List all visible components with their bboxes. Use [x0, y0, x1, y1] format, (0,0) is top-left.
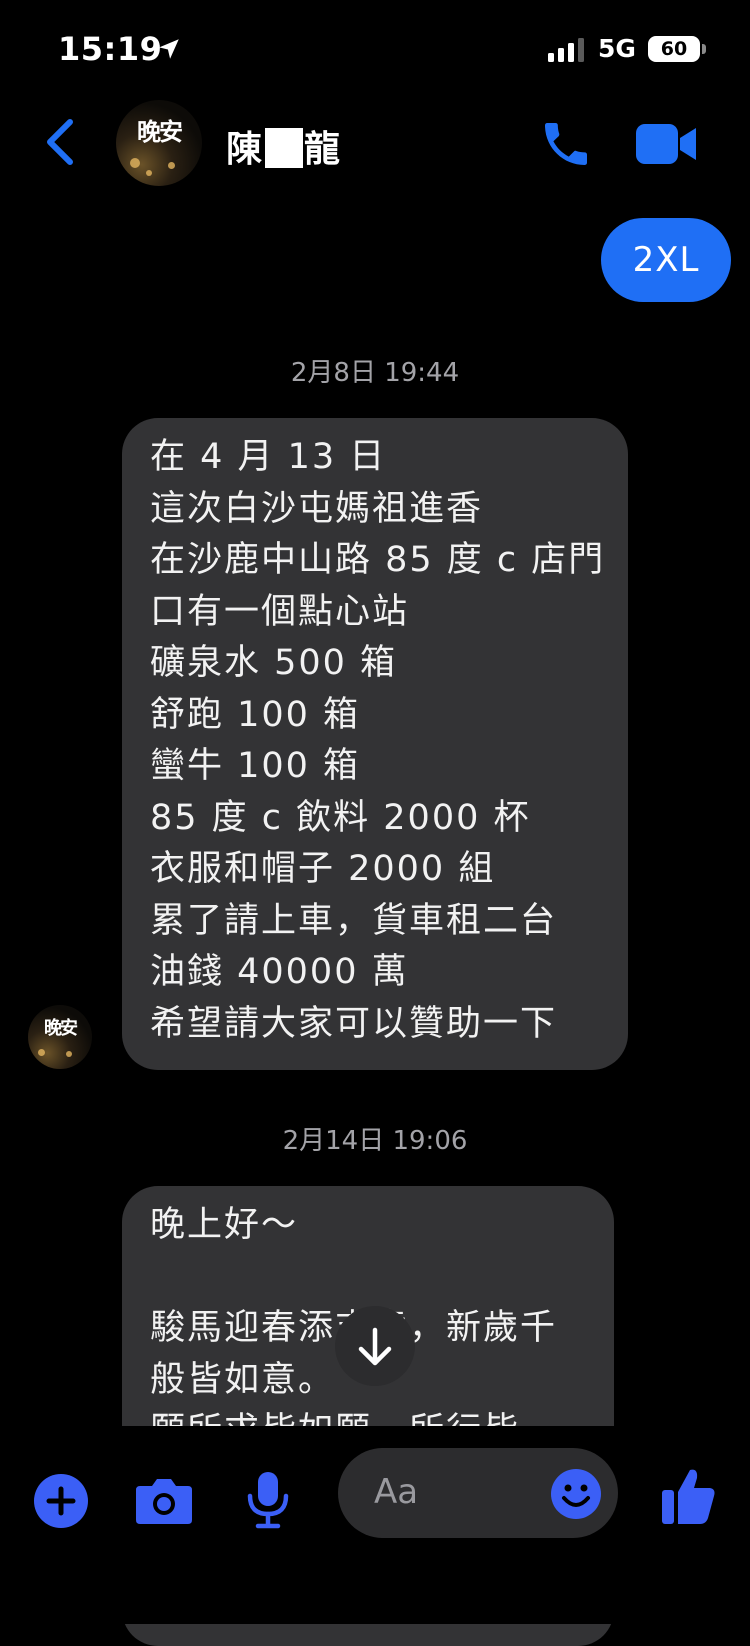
- sent-message-bubble[interactable]: 2XL: [601, 218, 731, 302]
- message-line: 礦泉水 500 箱: [150, 643, 398, 683]
- microphone-icon[interactable]: [244, 1470, 292, 1530]
- contact-name-last: 龍: [304, 129, 343, 170]
- cellular-signal-icon: [548, 38, 584, 62]
- status-bar: 15:19 5G 60: [0, 0, 750, 100]
- message-input[interactable]: Aa: [338, 1448, 618, 1538]
- message-line: 在 4 月 13 日: [150, 437, 387, 477]
- plus-icon: [46, 1486, 76, 1516]
- video-camera-icon[interactable]: [636, 122, 698, 166]
- message-line: 衣服和帽子 2000 組: [150, 849, 496, 889]
- message-line: 口有一個點心站: [150, 591, 410, 632]
- message-timestamp: 2月8日 19:44: [290, 358, 460, 388]
- thumbs-up-icon[interactable]: [660, 1466, 716, 1526]
- battery-indicator: 60: [648, 36, 700, 62]
- avatar-text: 晚安: [44, 1018, 78, 1039]
- message-line: 85 度 c 飲料 2000 杯: [150, 797, 531, 838]
- message-line: 舒跑 100 箱: [150, 694, 361, 735]
- location-arrow-icon: [159, 39, 179, 59]
- name-redaction: [265, 128, 304, 168]
- message-input-placeholder: Aa: [374, 1472, 419, 1512]
- message-line: 油錢 40000 萬: [150, 952, 409, 992]
- camera-icon[interactable]: [134, 1476, 194, 1526]
- back-button[interactable]: [38, 114, 82, 170]
- battery-tip: [702, 44, 706, 54]
- message-line-blank: [150, 1252, 586, 1304]
- message-line: 在沙鹿中山路 85 度 c 店門: [150, 540, 606, 580]
- avatar-text: 晚安: [137, 117, 183, 146]
- contact-name[interactable]: 陳龍: [226, 120, 342, 172]
- status-time: 15:19: [58, 30, 163, 68]
- add-button[interactable]: [34, 1474, 88, 1528]
- scroll-to-bottom-button[interactable]: [335, 1306, 415, 1386]
- arrow-down-icon: [358, 1327, 392, 1366]
- message-line: 蠻牛 100 箱: [150, 746, 361, 786]
- network-type: 5G: [598, 34, 636, 63]
- smiley-icon[interactable]: [550, 1468, 602, 1520]
- message-line: 累了請上車，貨車租二台: [150, 900, 558, 941]
- phone-icon[interactable]: [538, 116, 594, 172]
- avatar-glow: [38, 1049, 45, 1056]
- message-timestamp: 2月14日 19:06: [282, 1126, 468, 1156]
- message-line: 希望請大家可以贊助一下: [150, 1003, 558, 1044]
- avatar-glow: [66, 1051, 72, 1057]
- message-line: 晚上好～: [150, 1205, 299, 1245]
- received-message-bubble[interactable]: 在 4 月 13 日 這次白沙屯媽祖進香 在沙鹿中山路 85 度 c 店門 口有…: [122, 418, 628, 1070]
- avatar-glow: [130, 158, 140, 168]
- avatar-glow: [146, 170, 152, 176]
- message-line: 這次白沙屯媽祖進香: [150, 488, 484, 529]
- sender-avatar[interactable]: 晚安: [28, 1005, 92, 1069]
- contact-avatar[interactable]: 晚安: [116, 100, 202, 186]
- avatar-glow: [168, 162, 175, 169]
- contact-name-first: 陳: [226, 129, 265, 170]
